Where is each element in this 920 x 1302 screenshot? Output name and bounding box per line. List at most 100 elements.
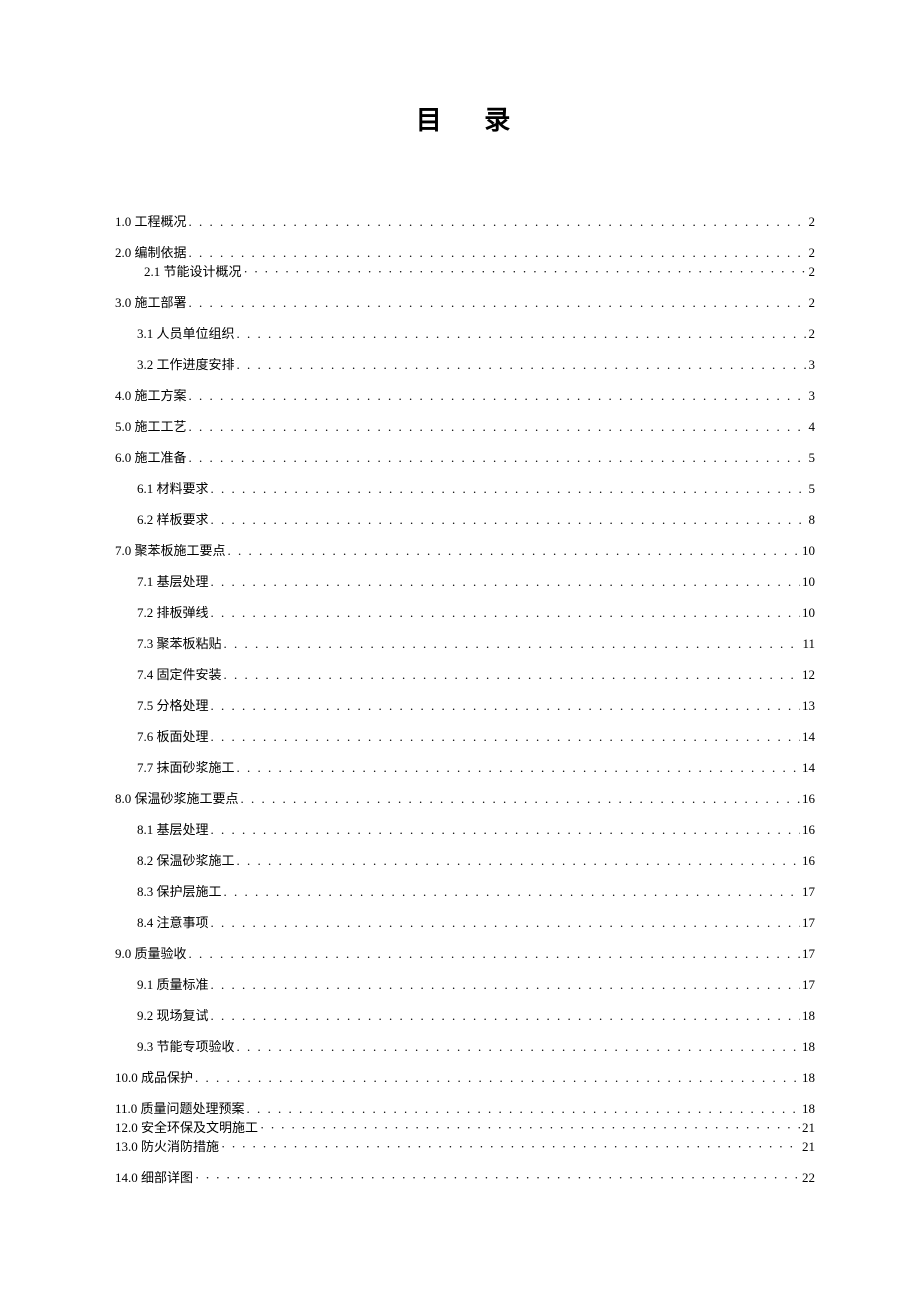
toc-page: 16 [800, 792, 815, 805]
toc-label: 7.4 固定件安装 [137, 668, 222, 681]
toc-page: 10 [800, 544, 815, 557]
toc-label: 13.0 防火消防措施 [115, 1140, 219, 1153]
toc-entry: 7.4 固定件安装. . . . . . . . . . . . . . . .… [115, 668, 815, 681]
toc-entry: 1.0 工程概况. . . . . . . . . . . . . . . . … [115, 215, 815, 228]
toc-leader: . . . . . . . . . . . . . . . . . . . . … [239, 792, 800, 805]
toc-label: 7.3 聚苯板粘贴 [137, 637, 222, 650]
toc-label: 8.1 基层处理 [137, 823, 209, 836]
toc-label: 7.7 抹面砂浆施工 [137, 761, 235, 774]
toc-leader: . . . . . . . . . . . . . . . . . . . . … [209, 916, 800, 929]
toc-entry: 13.0 防火消防措施·····························… [115, 1140, 815, 1153]
toc-leader: . . . . . . . . . . . . . . . . . . . . … [187, 947, 800, 960]
toc-label: 2.1 节能设计概况 [144, 265, 242, 278]
toc-leader: . . . . . . . . . . . . . . . . . . . . … [187, 246, 807, 259]
toc-leader: . . . . . . . . . . . . . . . . . . . . … [235, 761, 800, 774]
toc-page: 2 [807, 265, 816, 278]
toc-entry: 3.0 施工部署. . . . . . . . . . . . . . . . … [115, 296, 815, 309]
toc-leader: . . . . . . . . . . . . . . . . . . . . … [209, 823, 800, 836]
toc-entry: 8.4 注意事项. . . . . . . . . . . . . . . . … [115, 916, 815, 929]
toc-page: 14 [800, 761, 815, 774]
toc-entry: 6.2 样板要求. . . . . . . . . . . . . . . . … [115, 513, 815, 526]
toc-leader: . . . . . . . . . . . . . . . . . . . . … [209, 575, 800, 588]
toc-leader: ········································… [258, 1121, 800, 1134]
toc-page: 3 [807, 358, 816, 371]
toc-leader: . . . . . . . . . . . . . . . . . . . . … [209, 730, 800, 743]
toc-leader: . . . . . . . . . . . . . . . . . . . . … [193, 1071, 800, 1084]
toc-entry: 2.1 节能设计概况······························… [115, 265, 815, 278]
toc-leader: . . . . . . . . . . . . . . . . . . . . … [209, 978, 800, 991]
toc-leader: . . . . . . . . . . . . . . . . . . . . … [209, 1009, 800, 1022]
toc-leader: . . . . . . . . . . . . . . . . . . . . … [209, 482, 807, 495]
toc-label: 7.1 基层处理 [137, 575, 209, 588]
toc-label: 2.0 编制依据 [115, 246, 187, 259]
toc-label: 6.1 材料要求 [137, 482, 209, 495]
toc-page: 16 [800, 854, 815, 867]
toc-entry: 10.0 成品保护. . . . . . . . . . . . . . . .… [115, 1071, 815, 1084]
toc-page: 17 [800, 916, 815, 929]
toc-label: 9.3 节能专项验收 [137, 1040, 235, 1053]
toc-entry: 8.3 保护层施工. . . . . . . . . . . . . . . .… [115, 885, 815, 898]
toc-entry: 4.0 施工方案. . . . . . . . . . . . . . . . … [115, 389, 815, 402]
toc-label: 9.2 现场复试 [137, 1009, 209, 1022]
toc-label: 1.0 工程概况 [115, 215, 187, 228]
toc-page: 11 [800, 637, 815, 650]
toc-label: 7.6 板面处理 [137, 730, 209, 743]
toc-label: 9.0 质量验收 [115, 947, 187, 960]
toc-label: 8.2 保温砂浆施工 [137, 854, 235, 867]
toc-page: 17 [800, 947, 815, 960]
toc-leader: . . . . . . . . . . . . . . . . . . . . … [187, 420, 807, 433]
toc-entry: 3.1 人员单位组织. . . . . . . . . . . . . . . … [115, 327, 815, 340]
toc-page: 21 [800, 1121, 815, 1134]
toc-label: 10.0 成品保护 [115, 1071, 193, 1084]
toc-leader: . . . . . . . . . . . . . . . . . . . . … [235, 358, 807, 371]
toc-entry: 6.0 施工准备. . . . . . . . . . . . . . . . … [115, 451, 815, 464]
table-of-contents: 1.0 工程概况. . . . . . . . . . . . . . . . … [115, 215, 815, 1184]
toc-label: 5.0 施工工艺 [115, 420, 187, 433]
toc-page: 16 [800, 823, 815, 836]
toc-label: 11.0 质量问题处理预案 [115, 1102, 245, 1115]
toc-leader: ········································… [219, 1140, 800, 1153]
toc-entry: 9.1 质量标准. . . . . . . . . . . . . . . . … [115, 978, 815, 991]
toc-leader: . . . . . . . . . . . . . . . . . . . . … [245, 1102, 800, 1115]
toc-label: 6.0 施工准备 [115, 451, 187, 464]
toc-entry: 7.0 聚苯板施工要点. . . . . . . . . . . . . . .… [115, 544, 815, 557]
toc-page: 18 [800, 1071, 815, 1084]
toc-entry: 7.6 板面处理. . . . . . . . . . . . . . . . … [115, 730, 815, 743]
toc-page: 17 [800, 978, 815, 991]
toc-leader: . . . . . . . . . . . . . . . . . . . . … [222, 637, 801, 650]
toc-entry: 9.2 现场复试. . . . . . . . . . . . . . . . … [115, 1009, 815, 1022]
toc-entry: 7.5 分格处理. . . . . . . . . . . . . . . . … [115, 699, 815, 712]
toc-page: 13 [800, 699, 815, 712]
toc-leader: . . . . . . . . . . . . . . . . . . . . … [235, 1040, 800, 1053]
toc-leader: . . . . . . . . . . . . . . . . . . . . … [187, 451, 807, 464]
toc-label: 7.0 聚苯板施工要点 [115, 544, 226, 557]
toc-page: 18 [800, 1009, 815, 1022]
toc-page: 10 [800, 606, 815, 619]
toc-label: 6.2 样板要求 [137, 513, 209, 526]
toc-entry: 9.0 质量验收. . . . . . . . . . . . . . . . … [115, 947, 815, 960]
toc-entry: 7.2 排板弹线. . . . . . . . . . . . . . . . … [115, 606, 815, 619]
toc-page: 3 [807, 389, 816, 402]
toc-label: 3.1 人员单位组织 [137, 327, 235, 340]
toc-leader: . . . . . . . . . . . . . . . . . . . . … [187, 215, 807, 228]
toc-label: 12.0 安全环保及文明施工 [115, 1121, 258, 1134]
toc-entry: 12.0 安全环保及文明施工··························… [115, 1121, 815, 1134]
toc-page: 2 [807, 327, 816, 340]
toc-label: 14.0 细部详图 [115, 1171, 193, 1184]
toc-leader: . . . . . . . . . . . . . . . . . . . . … [187, 296, 807, 309]
toc-entry: 7.1 基层处理. . . . . . . . . . . . . . . . … [115, 575, 815, 588]
toc-page: 21 [800, 1140, 815, 1153]
toc-entry: 5.0 施工工艺. . . . . . . . . . . . . . . . … [115, 420, 815, 433]
toc-page: 2 [807, 215, 816, 228]
toc-page: 22 [800, 1171, 815, 1184]
toc-leader: . . . . . . . . . . . . . . . . . . . . … [209, 513, 807, 526]
toc-label: 8.0 保温砂浆施工要点 [115, 792, 239, 805]
toc-leader: . . . . . . . . . . . . . . . . . . . . … [222, 885, 800, 898]
toc-leader: . . . . . . . . . . . . . . . . . . . . … [226, 544, 800, 557]
toc-entry: 2.0 编制依据. . . . . . . . . . . . . . . . … [115, 246, 815, 259]
toc-entry: 3.2 工作进度安排. . . . . . . . . . . . . . . … [115, 358, 815, 371]
toc-page: 14 [800, 730, 815, 743]
toc-entry: 8.2 保温砂浆施工. . . . . . . . . . . . . . . … [115, 854, 815, 867]
toc-page: 12 [800, 668, 815, 681]
toc-leader: . . . . . . . . . . . . . . . . . . . . … [235, 327, 807, 340]
